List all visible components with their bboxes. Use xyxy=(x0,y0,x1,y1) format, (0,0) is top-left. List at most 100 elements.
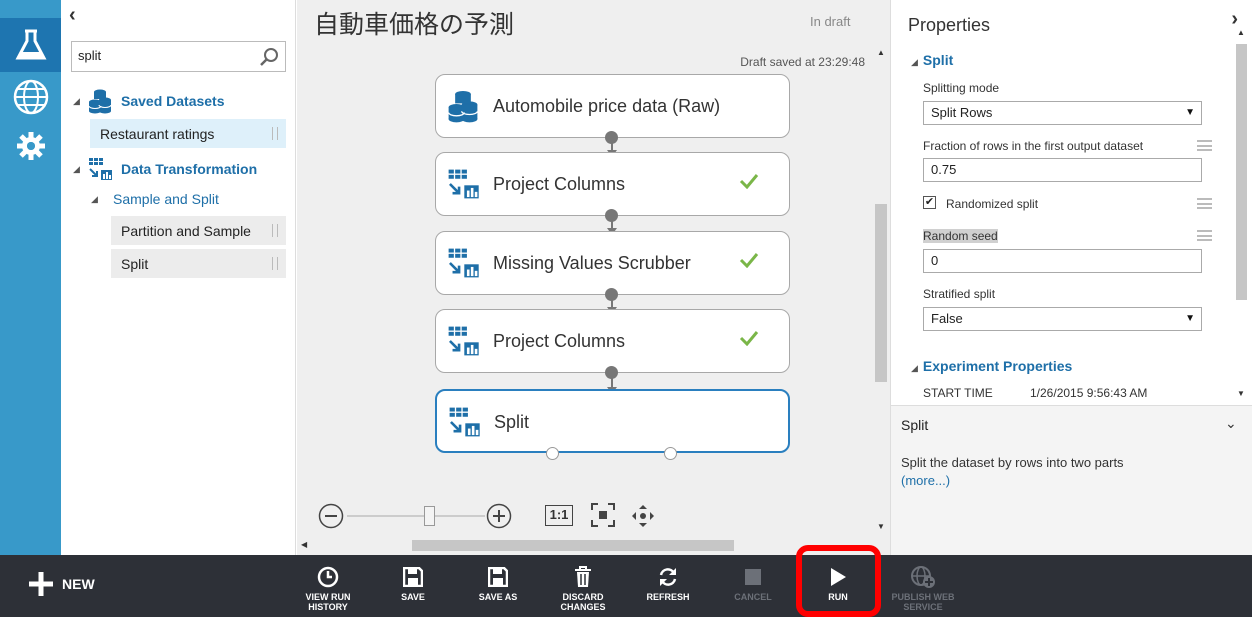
module-node-automobile-price-data[interactable]: Automobile price data (Raw) xyxy=(435,74,790,138)
nav-web-services[interactable] xyxy=(0,70,61,124)
section-split[interactable]: ◢ Split xyxy=(911,52,953,68)
properties-scrollbar-thumb[interactable] xyxy=(1236,44,1247,300)
expand-triangle-icon[interactable]: ◢ xyxy=(73,96,87,107)
save-label: SAVE xyxy=(401,592,425,602)
stratified-split-label: Stratified split xyxy=(923,287,996,301)
module-icon xyxy=(89,158,112,180)
randomized-split-label: Randomized split xyxy=(946,197,1039,211)
zoom-out-button[interactable] xyxy=(318,503,344,532)
zoom-slider-thumb[interactable] xyxy=(424,506,435,526)
expand-triangle-icon[interactable]: ◢ xyxy=(911,57,918,67)
randomized-split-checkbox[interactable]: ✔ xyxy=(923,196,936,209)
splitting-mode-select[interactable]: Split Rows ▼ xyxy=(923,101,1202,125)
module-icon xyxy=(447,405,481,442)
fit-to-screen-button[interactable] xyxy=(591,503,615,530)
module-label: Project Columns xyxy=(493,174,626,194)
publish-web-service-button[interactable]: PUBLISH WEB SERVICE xyxy=(883,565,963,615)
scroll-up-arrow[interactable]: ▲ xyxy=(877,48,885,57)
scroll-up-arrow[interactable]: ▲ xyxy=(1237,28,1245,37)
refresh-button[interactable]: REFRESH xyxy=(628,565,708,615)
drag-menu-icon[interactable] xyxy=(1197,140,1212,151)
section-split-label: Split xyxy=(922,52,954,68)
search-icon[interactable] xyxy=(259,47,279,70)
module-node-project-columns[interactable]: Project Columns xyxy=(435,152,790,216)
drag-handle[interactable] xyxy=(272,127,278,140)
tree-group-sample-and-split[interactable]: ◢ Sample and Split xyxy=(91,191,219,207)
save-as-button[interactable]: SAVE AS xyxy=(458,565,538,615)
stratified-split-select[interactable]: False ▼ xyxy=(923,307,1202,331)
new-label: NEW xyxy=(62,576,95,592)
check-icon xyxy=(739,330,759,349)
discard-changes-button[interactable]: DISCARD CHANGES xyxy=(543,565,623,615)
expand-triangle-icon[interactable]: ◢ xyxy=(911,363,918,373)
tree-group-saved-datasets[interactable]: ◢ Saved Datasets xyxy=(73,88,225,114)
scroll-left-arrow[interactable]: ◀ xyxy=(301,540,307,549)
nav-settings[interactable] xyxy=(0,119,61,173)
discard-label-2: CHANGES xyxy=(560,602,606,612)
zoom-in-button[interactable] xyxy=(486,503,512,532)
tree-group-data-transformation[interactable]: ◢ Data Transformation xyxy=(73,156,257,182)
module-node-split[interactable]: Split xyxy=(435,389,790,453)
tree-item-split[interactable]: Split xyxy=(111,249,286,278)
experiment-canvas[interactable]: 自動車価格の予測 In draft Draft saved at 23:29:4… xyxy=(297,0,890,555)
scroll-down-arrow[interactable]: ▼ xyxy=(1237,389,1245,398)
expand-triangle-icon[interactable]: ◢ xyxy=(73,164,87,175)
nav-experiments[interactable] xyxy=(0,18,61,72)
drag-handle[interactable] xyxy=(272,257,278,270)
cancel-button[interactable]: CANCEL xyxy=(713,565,793,615)
globe-icon xyxy=(13,79,48,115)
connector-line xyxy=(611,299,613,307)
horizontal-scrollbar-thumb[interactable] xyxy=(412,540,734,551)
trash-icon xyxy=(575,566,591,587)
search-input[interactable] xyxy=(78,48,258,63)
dropdown-arrow-icon: ▼ xyxy=(1185,107,1195,118)
pan-icon xyxy=(632,505,654,527)
expand-triangle-icon[interactable]: ◢ xyxy=(91,194,105,205)
tree-item-partition-and-sample[interactable]: Partition and Sample xyxy=(111,216,286,245)
view-run-history-button[interactable]: VIEW RUN HISTORY xyxy=(288,565,368,615)
flask-icon xyxy=(15,29,46,60)
drag-handle[interactable] xyxy=(272,224,278,237)
collapse-palette-button[interactable]: ‹ xyxy=(69,4,76,27)
cancel-label: CANCEL xyxy=(734,592,772,602)
scroll-down-arrow[interactable]: ▼ xyxy=(877,522,885,531)
module-icon xyxy=(446,246,480,283)
chevron-down-icon[interactable]: ⌄ xyxy=(1225,415,1237,432)
random-seed-label: Random seed xyxy=(923,229,998,243)
drag-menu-icon[interactable] xyxy=(1197,230,1212,241)
properties-title: Properties xyxy=(908,15,991,35)
save-button[interactable]: SAVE xyxy=(373,565,453,615)
vertical-scrollbar-thumb[interactable] xyxy=(875,204,887,382)
module-node-missing-values-scrubber[interactable]: Missing Values Scrubber xyxy=(435,231,790,295)
start-time-value: 1/26/2015 9:56:43 AM xyxy=(1030,386,1148,400)
output-port-1[interactable] xyxy=(546,447,559,460)
connector-line xyxy=(611,377,613,387)
output-port-2[interactable] xyxy=(664,447,677,460)
gear-icon xyxy=(16,132,45,160)
tree-item-restaurant-ratings[interactable]: Restaurant ratings xyxy=(90,119,286,148)
help-more-link[interactable]: (more...) xyxy=(901,473,950,488)
new-button[interactable]: NEW xyxy=(28,571,95,597)
experiment-title[interactable]: 自動車価格の予測 xyxy=(314,5,514,41)
module-node-project-columns-2[interactable]: Project Columns xyxy=(435,309,790,373)
bottom-toolbar: NEW VIEW RUN HISTORY SAVE SAVE AS DISCAR… xyxy=(0,555,1252,617)
drag-menu-icon[interactable] xyxy=(1197,198,1212,209)
random-seed-value: 0 xyxy=(931,253,939,268)
minus-circle-icon xyxy=(318,503,344,529)
fraction-input[interactable]: 0.75 xyxy=(923,158,1202,182)
publish-label-2: SERVICE xyxy=(903,602,943,612)
save-as-label: SAVE AS xyxy=(478,592,518,602)
fraction-value: 0.75 xyxy=(931,162,957,177)
module-label: Automobile price data (Raw) xyxy=(493,96,721,116)
clock-icon xyxy=(317,566,339,588)
random-seed-input[interactable]: 0 xyxy=(923,249,1202,273)
search-box[interactable] xyxy=(71,41,286,72)
tree-label-data-transformation: Data Transformation xyxy=(121,161,258,177)
zoom-slider-track[interactable] xyxy=(347,515,485,517)
pan-button[interactable] xyxy=(631,504,655,531)
module-icon xyxy=(446,167,480,204)
tree-item-label: Partition and Sample xyxy=(121,222,251,239)
actual-size-button[interactable]: 1:1 xyxy=(545,505,573,526)
fit-screen-icon xyxy=(591,503,615,527)
section-experiment-properties[interactable]: ◢ Experiment Properties xyxy=(911,358,1072,374)
